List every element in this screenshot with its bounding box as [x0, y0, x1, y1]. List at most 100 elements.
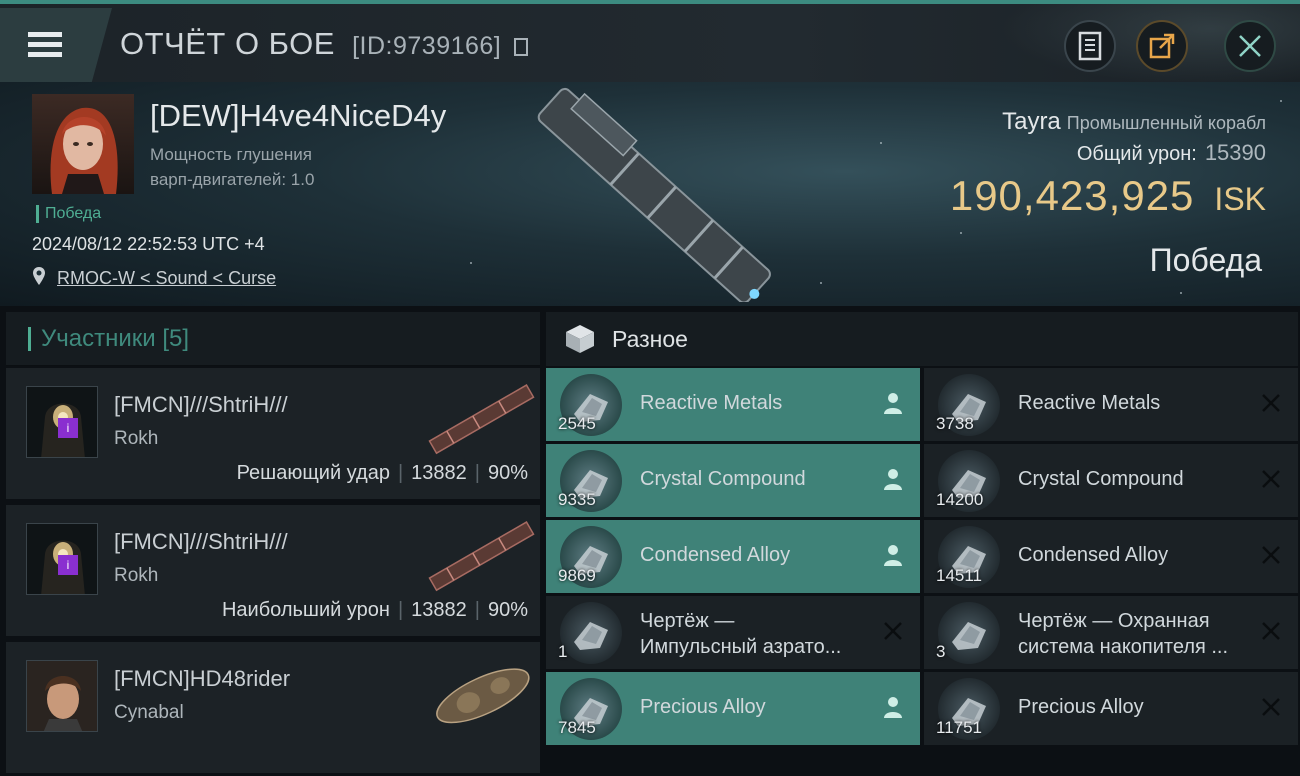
battle-result: Победа — [1149, 242, 1262, 278]
loot-item-quantity: 11751 — [936, 718, 983, 737]
stat-separator: | — [397, 599, 404, 621]
loot-item[interactable]: 9335 Crystal Compound — [546, 444, 920, 517]
participant-row[interactable]: [FMCN]HD48rider Cynabal — [6, 642, 540, 776]
loot-title: Разное — [612, 325, 688, 352]
loot-item-name-line1: Чертёж — Охранная — [1018, 610, 1210, 632]
menu-icon-bar — [28, 42, 62, 47]
participant-row[interactable]: i [FMCN]///ShtriH/// Rokh Решающий удар |… — [6, 368, 540, 502]
stat-separator: | — [474, 462, 480, 484]
implant-badge: i — [58, 555, 78, 575]
report-id: [ID:9739166] — [352, 32, 502, 60]
loot-item-quantity: 3 — [936, 642, 946, 661]
status-badge: Победа — [36, 205, 101, 223]
document-icon — [1078, 31, 1102, 61]
loot-item[interactable]: 3 Чертёж — Охранная система накопителя ... — [924, 596, 1298, 669]
cargo-box-icon — [566, 325, 594, 353]
participant-name: [FMCN]///ShtriH/// — [114, 529, 288, 554]
participants-header[interactable]: Участники [5] — [6, 312, 540, 366]
loot-item[interactable]: 9869 Condensed Alloy — [546, 520, 920, 593]
page-title: ОТЧЁТ О БОЕ [ID:9739166] — [120, 26, 529, 62]
participant-role: Наибольший урон — [221, 599, 390, 621]
loot-item-name: Crystal Compound — [640, 468, 806, 490]
victim-panel: [DEW]H4ve4NiceD4y Мощность глушения варп… — [0, 82, 1300, 306]
participant-name: [FMCN]///ShtriH/// — [114, 392, 288, 417]
participants-title: Участники [5] — [41, 324, 190, 352]
participants-panel: Участники [5] i [FMCN]///ShtriH/// Rokh … — [6, 312, 540, 776]
loot-item[interactable]: 7845 Precious Alloy — [546, 672, 920, 745]
location-pin-icon — [33, 267, 45, 285]
menu-button[interactable] — [0, 8, 112, 82]
participant-percent: 90% — [487, 599, 528, 621]
loot-item-quantity: 3738 — [936, 414, 974, 433]
close-button[interactable] — [1224, 20, 1276, 72]
loot-item-quantity: 14200 — [936, 490, 984, 509]
loot-item-icon — [560, 602, 622, 664]
loot-item-quantity: 1 — [558, 642, 568, 661]
dropped-pilot-icon — [880, 466, 906, 492]
location[interactable]: RMOC-W < Sound < Curse — [32, 266, 276, 289]
victim-ship: Tayra Промышленный корабл — [1002, 108, 1266, 136]
victim-ship-image[interactable] — [525, 87, 785, 302]
victim-attribute: Мощность глушения варп-двигателей: 1.0 — [150, 142, 410, 192]
loot-item[interactable]: 1 Чертёж — Импульсный азрато... — [546, 596, 920, 669]
loot-item-name-line2: Импульсный азрато... — [640, 636, 842, 658]
total-damage: Общий урон: 15390 — [1077, 140, 1266, 166]
total-damage-label: Общий урон: — [1076, 143, 1197, 165]
participant-row[interactable]: i [FMCN]///ShtriH/// Rokh Наибольший уро… — [6, 505, 540, 639]
isk-value: 190,423,925 ISK — [950, 172, 1266, 220]
loot-item-name: Чертёж — Импульсный азрато... — [640, 608, 880, 660]
victim-name[interactable]: [DEW]H4ve4NiceD4y — [150, 98, 446, 134]
participant-name: [FMCN]HD48rider — [114, 666, 291, 691]
destroyed-x-icon — [880, 618, 906, 644]
loot-item-name: Condensed Alloy — [1018, 544, 1169, 566]
isk-amount: 190,423,925 — [949, 172, 1195, 219]
destroyed-x-icon — [1258, 618, 1284, 644]
participant-stats: Решающий удар | 13882 | 90% — [237, 462, 528, 485]
loot-item-name: Reactive Metals — [1018, 392, 1161, 414]
loot-item[interactable]: 14511 Condensed Alloy — [924, 520, 1298, 593]
loot-item[interactable]: 11751 Precious Alloy — [924, 672, 1298, 745]
participant-stats: Наибольший урон | 13882 | 90% — [222, 599, 528, 622]
top-bar: ОТЧЁТ О БОЕ [ID:9739166] — [0, 0, 1300, 86]
stat-separator: | — [397, 462, 404, 484]
destroyed-x-icon — [1258, 694, 1284, 720]
participant-ship: Rokh — [114, 428, 159, 449]
loot-item-name: Precious Alloy — [1018, 696, 1144, 718]
header-accent — [28, 326, 31, 351]
dropped-pilot-icon — [880, 390, 906, 416]
loot-item-icon — [938, 602, 1000, 664]
total-damage-value: 15390 — [1204, 140, 1266, 165]
loot-item[interactable]: 3738 Reactive Metals — [924, 368, 1298, 441]
participant-damage: 13882 — [411, 462, 467, 484]
report-button[interactable] — [1064, 20, 1116, 72]
loot-item-name-line1: Чертёж — — [640, 610, 735, 632]
loot-item[interactable]: 14200 Crystal Compound — [924, 444, 1298, 517]
location-link[interactable]: RMOC-W < Sound < Curse — [57, 268, 276, 288]
loot-item[interactable]: 2545 Reactive Metals — [546, 368, 920, 441]
participant-ship: Rokh — [114, 565, 159, 586]
loot-item-quantity: 9335 — [558, 490, 596, 509]
victim-portrait[interactable] — [32, 94, 134, 194]
loot-item-name: Reactive Metals — [640, 392, 783, 414]
participant-avatar[interactable] — [26, 660, 98, 732]
implant-badge: i — [58, 418, 78, 438]
pilot-portrait-image — [27, 661, 97, 731]
dropped-pilot-icon — [880, 694, 906, 720]
participant-ship: Cynabal — [114, 702, 184, 723]
participant-percent: 90% — [487, 462, 528, 484]
menu-icon — [28, 32, 62, 37]
page-title-text: ОТЧЁТ О БОЕ — [120, 26, 335, 61]
loot-item-quantity: 9869 — [558, 566, 596, 585]
destroyed-x-icon — [1258, 390, 1284, 416]
loot-item-name: Condensed Alloy — [640, 544, 791, 566]
loot-item-name: Чертёж — Охранная система накопителя ... — [1018, 608, 1258, 660]
loot-item-name: Precious Alloy — [640, 696, 766, 718]
share-button[interactable] — [1136, 20, 1188, 72]
loot-item-name: Crystal Compound — [1018, 468, 1184, 490]
close-icon — [1239, 35, 1261, 57]
timestamp: 2024/08/12 22:52:53 UTC +4 — [32, 234, 265, 254]
participant-damage: 13882 — [411, 599, 467, 621]
pilot-portrait-image — [50, 107, 118, 194]
victim-attribute-line2: варп-двигателей: 1.0 — [150, 170, 315, 189]
copy-icon[interactable] — [514, 38, 529, 56]
